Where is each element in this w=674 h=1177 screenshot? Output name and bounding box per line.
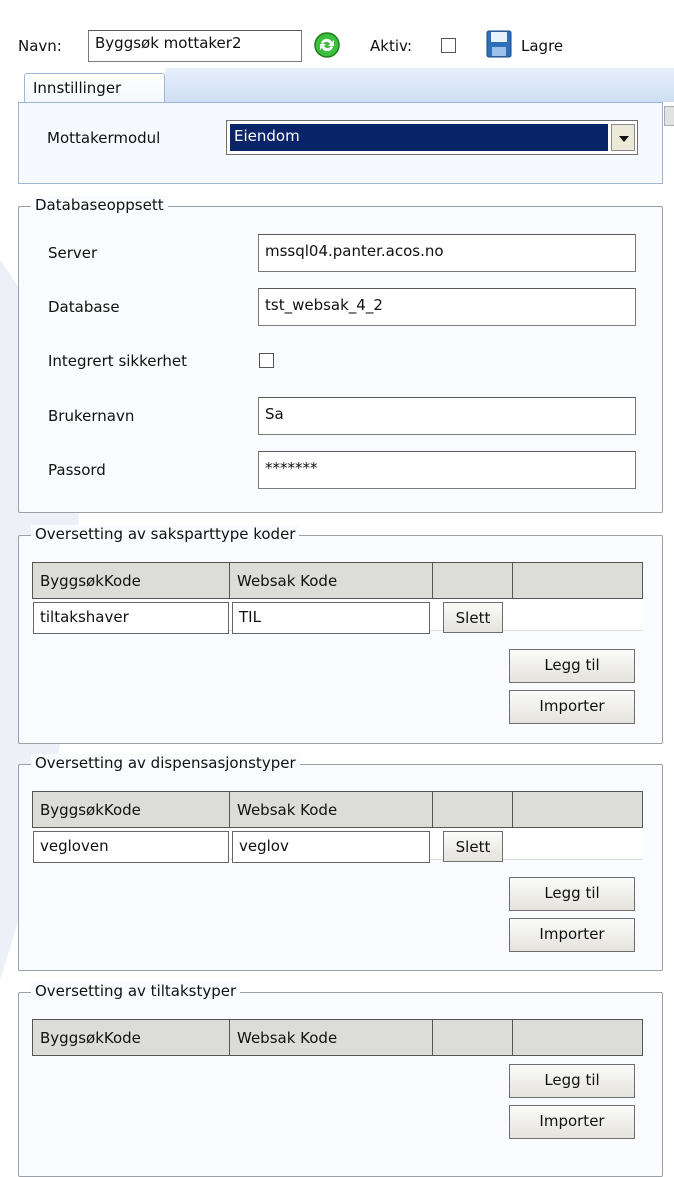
column-header-byggsok: ByggsøkKode — [32, 791, 230, 828]
database-label: Database — [48, 298, 120, 316]
section-legend: Oversetting av dispensasjonstyper — [31, 754, 300, 772]
receiver-module-label: Mottakermodul — [47, 129, 161, 147]
username-label: Brukernavn — [48, 407, 135, 425]
receiver-module-value: Eiendom — [230, 124, 608, 151]
column-header-byggsok: ByggsøkKode — [32, 562, 230, 599]
column-header-websak: Websak Kode — [229, 562, 433, 599]
refresh-icon[interactable] — [313, 31, 341, 59]
database-input[interactable]: tst_websak_4_2 — [258, 288, 636, 326]
column-header-empty — [512, 1019, 643, 1056]
column-header-empty — [432, 1019, 513, 1056]
import-button[interactable]: Importer — [509, 918, 635, 952]
column-header-byggsok: ByggsøkKode — [32, 1019, 230, 1056]
tab-strip — [165, 68, 674, 102]
import-button[interactable]: Importer — [509, 1105, 635, 1139]
column-header-empty — [512, 791, 643, 828]
save-icon[interactable] — [485, 29, 513, 59]
add-button[interactable]: Legg til — [509, 877, 635, 911]
column-header-empty — [432, 562, 513, 599]
column-header-websak: Websak Kode — [229, 791, 433, 828]
add-button[interactable]: Legg til — [509, 1064, 635, 1098]
active-label: Aktiv: — [370, 37, 413, 55]
integrated-security-checkbox[interactable] — [259, 353, 274, 368]
code-input[interactable]: vegloven — [33, 831, 229, 863]
delete-button[interactable]: Slett — [443, 602, 503, 633]
websak-code-input[interactable]: veglov — [232, 831, 430, 863]
add-button[interactable]: Legg til — [509, 649, 635, 683]
import-button[interactable]: Importer — [509, 690, 635, 724]
section-legend: Oversetting av saksparttype koder — [31, 525, 300, 543]
section-legend: Oversetting av tiltakstyper — [31, 982, 241, 1000]
chevron-down-icon[interactable] — [611, 124, 635, 151]
active-checkbox[interactable] — [441, 38, 456, 53]
scrollbar-up[interactable] — [664, 106, 674, 126]
password-label: Passord — [48, 461, 106, 479]
password-input[interactable]: ******* — [258, 451, 636, 489]
column-header-websak: Websak Kode — [229, 1019, 433, 1056]
server-input[interactable]: mssql04.panter.acos.no — [258, 234, 636, 272]
save-button[interactable]: Lagre — [521, 37, 563, 55]
receiver-module-select[interactable]: Eiendom — [226, 120, 638, 155]
integrated-security-label: Integrert sikkerhet — [48, 352, 188, 370]
code-input[interactable]: tiltakshaver — [33, 602, 229, 634]
delete-button[interactable]: Slett — [443, 831, 503, 862]
server-label: Server — [48, 244, 98, 262]
column-header-empty — [512, 562, 643, 599]
database-legend: Databaseoppsett — [31, 196, 168, 214]
name-label: Navn: — [18, 37, 62, 55]
tab-innstillinger[interactable]: Innstillinger — [24, 73, 165, 103]
name-input[interactable]: Byggsøk mottaker2 — [88, 30, 302, 62]
username-input[interactable]: Sa — [258, 397, 636, 435]
column-header-empty — [432, 791, 513, 828]
websak-code-input[interactable]: TIL — [232, 602, 430, 634]
